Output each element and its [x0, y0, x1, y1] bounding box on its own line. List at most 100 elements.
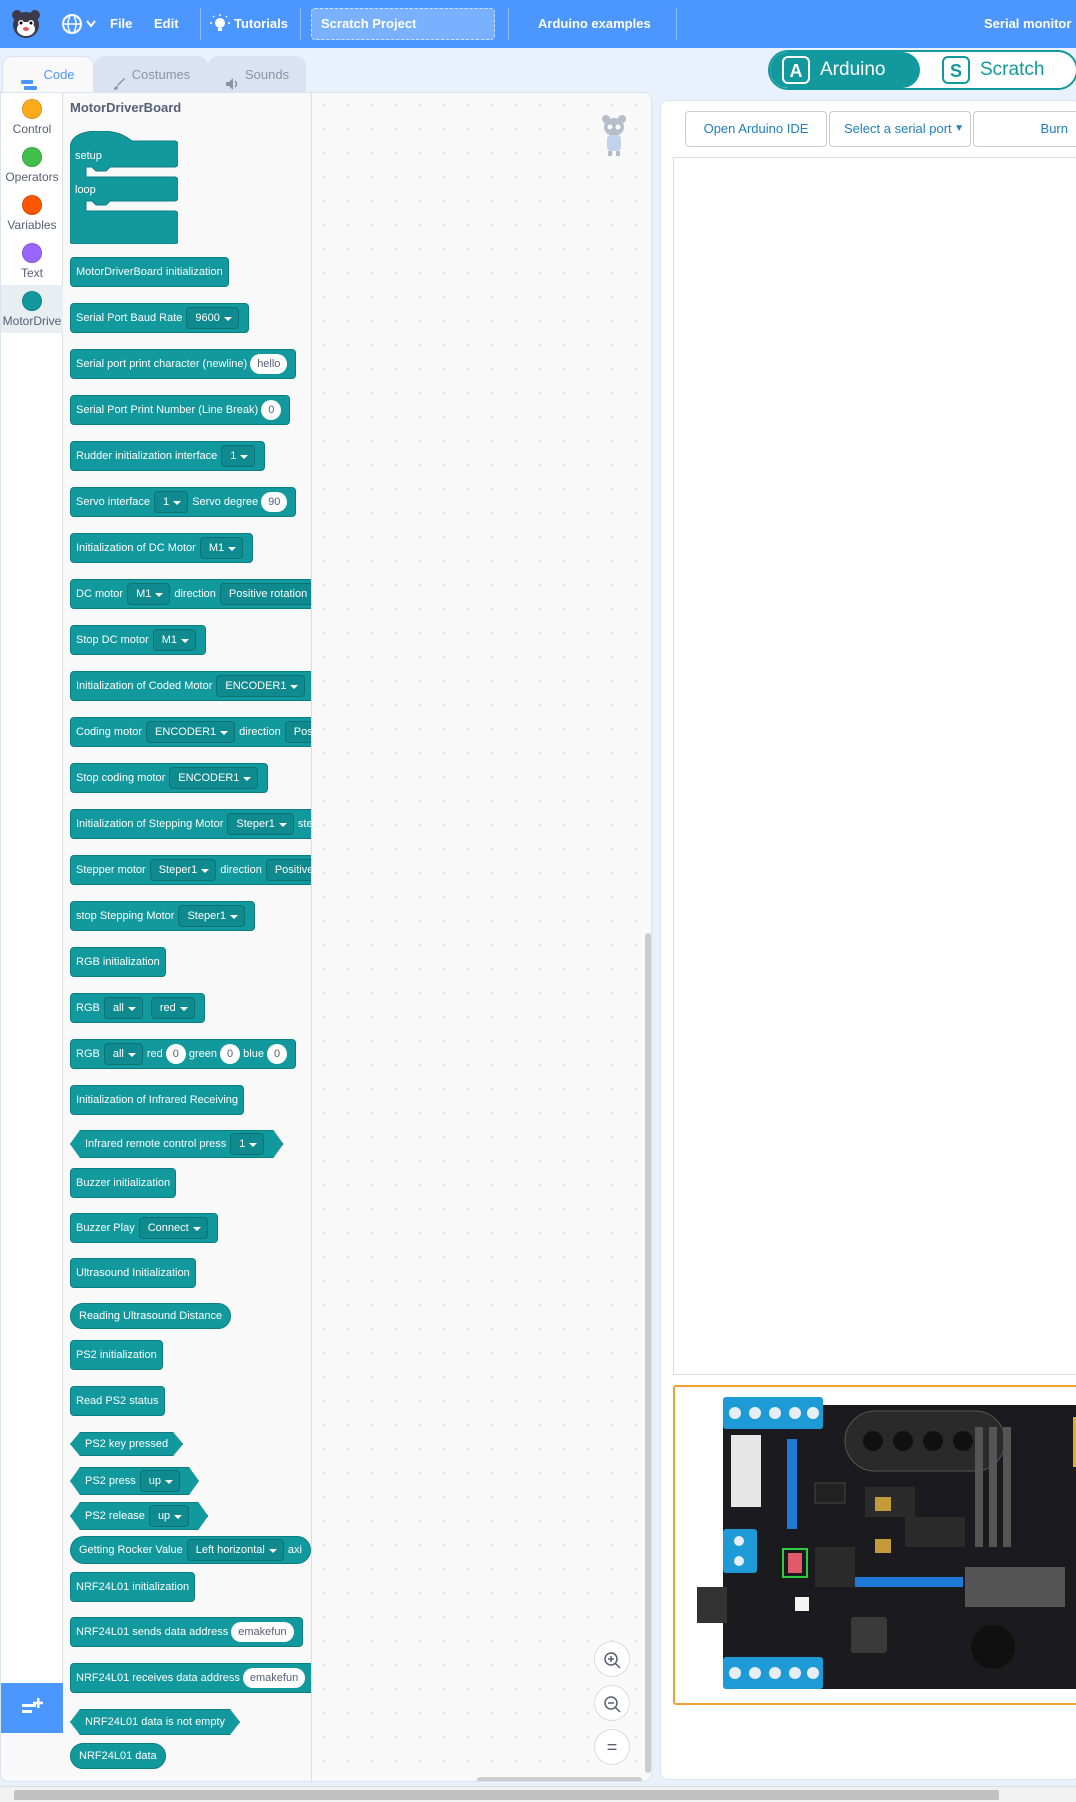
open-arduino-ide-button[interactable]: Open Arduino IDE: [685, 111, 827, 147]
ps2-release-block[interactable]: PS2 release up: [70, 1502, 208, 1530]
stepper-dropdown[interactable]: Steper1: [227, 813, 294, 836]
file-menu[interactable]: File: [110, 0, 132, 48]
rgb-init-block[interactable]: RGB initialization: [70, 947, 166, 977]
category-motordriverboard[interactable]: MotorDrive: [1, 285, 63, 333]
buzzer-init-block[interactable]: Buzzer initialization: [70, 1168, 177, 1198]
red-input[interactable]: 0: [165, 1044, 186, 1065]
workspace-v-scrollbar[interactable]: [645, 933, 651, 1773]
category-text[interactable]: Text: [1, 237, 63, 285]
add-extension-button[interactable]: [1, 1683, 63, 1733]
green-input[interactable]: 0: [220, 1044, 241, 1065]
buzzer-tune-dropdown[interactable]: Connect: [138, 1217, 208, 1240]
encoder-dropdown[interactable]: ENCODER1: [169, 767, 259, 790]
servo-block[interactable]: Servo interface 1 Servo degree 90: [70, 487, 297, 517]
stop-coding-motor-block[interactable]: Stop coding motor ENCODER1: [70, 763, 269, 793]
print-char-input[interactable]: hello: [250, 354, 288, 375]
zoom-reset-button[interactable]: =: [594, 1729, 630, 1765]
nrf-init-block[interactable]: NRF24L01 initialization: [70, 1572, 196, 1602]
rgb-color-dropdown[interactable]: red: [150, 997, 195, 1020]
project-title-input[interactable]: Scratch Project: [311, 8, 495, 40]
direction-dropdown[interactable]: Positive rotation: [219, 583, 311, 606]
code-editor[interactable]: [673, 157, 1076, 1375]
dc-motor-block[interactable]: DC motor M1 direction Positive rotation: [70, 579, 311, 609]
stop-stepping-motor-block[interactable]: stop Stepping Motor Steper1: [70, 901, 255, 931]
scratch-mode-button[interactable]: S Scratch: [930, 52, 1076, 88]
nrf-data-block[interactable]: NRF24L01 data: [70, 1743, 166, 1769]
serial-print-char-block[interactable]: Serial port print character (newline) hel…: [70, 349, 297, 379]
serial-monitor-button[interactable]: Serial monitor: [984, 0, 1071, 48]
rgb-color-block[interactable]: RGB all red: [70, 993, 205, 1023]
direction-dropdown[interactable]: Positive: [265, 859, 311, 882]
chevron-down-icon: [86, 20, 96, 28]
rocker-value-block[interactable]: Getting Rocker Value Left horizontal axi: [70, 1536, 311, 1564]
setup-loop-block[interactable]: setup loop: [70, 131, 178, 244]
infrared-init-block[interactable]: Initialization of Infrared Receiving: [70, 1085, 245, 1115]
ps2-button-dropdown[interactable]: up: [140, 1470, 180, 1492]
nrf-address-input[interactable]: emakefun: [231, 1622, 294, 1643]
encoder-dropdown[interactable]: ENCODER1: [146, 721, 236, 744]
encoder-dropdown[interactable]: ENCODER1: [216, 675, 306, 698]
print-number-input[interactable]: 0: [261, 400, 282, 421]
rudder-init-block[interactable]: Rudder initialization interface 1: [70, 441, 266, 471]
ps2-press-block[interactable]: PS2 press up: [70, 1467, 199, 1495]
coded-motor-init-block[interactable]: Initialization of Coded Motor ENCODER1: [70, 671, 311, 701]
ps2-button-dropdown[interactable]: up: [149, 1505, 189, 1527]
ultrasound-init-block[interactable]: Ultrasound Initialization: [70, 1258, 196, 1288]
page-h-scrollbar-thumb[interactable]: [14, 1790, 999, 1800]
stepper-dropdown[interactable]: Steper1: [149, 859, 217, 882]
ultrasound-distance-block[interactable]: Reading Ultrasound Distance: [70, 1303, 232, 1329]
category-control[interactable]: Control: [1, 93, 63, 141]
tab-costumes[interactable]: Costumes: [94, 56, 208, 92]
arduino-mode-button[interactable]: A Arduino: [770, 52, 920, 88]
burn-button[interactable]: Burn: [973, 111, 1076, 147]
stop-dc-motor-block[interactable]: Stop DC motor M1: [70, 625, 207, 655]
stepping-motor-init-block[interactable]: Initialization of Stepping Motor Steper1 s…: [70, 809, 311, 839]
stepper-dropdown[interactable]: Steper1: [178, 905, 245, 928]
direction-dropdown[interactable]: Pos: [284, 721, 311, 744]
motordriverboard-init-block[interactable]: MotorDriverBoard initialization: [70, 257, 229, 287]
dc-motor-dropdown[interactable]: M1: [199, 537, 244, 560]
tab-code[interactable]: Code: [2, 56, 94, 92]
script-workspace[interactable]: =: [312, 93, 651, 1781]
edit-menu[interactable]: Edit: [154, 0, 179, 48]
zoom-in-button[interactable]: [594, 1641, 630, 1677]
zoom-out-button[interactable]: [594, 1685, 630, 1721]
ir-key-dropdown[interactable]: 1: [230, 1133, 264, 1155]
blue-input[interactable]: 0: [266, 1044, 288, 1065]
rgb-led-dropdown[interactable]: all: [103, 997, 143, 1020]
serial-port-select[interactable]: Select a serial port ▼: [829, 111, 971, 147]
dc-motor-init-block[interactable]: Initialization of DC Motor M1: [70, 533, 254, 563]
page-h-scrollbar[interactable]: [0, 1786, 1076, 1802]
infrared-press-block[interactable]: Infrared remote control press 1: [70, 1130, 283, 1158]
category-operators[interactable]: Operators: [1, 141, 63, 189]
stepper-motor-block[interactable]: Stepper motor Steper1 direction Positive: [70, 855, 311, 885]
rgb-values-block[interactable]: RGB all red 0 green 0 blue 0: [70, 1039, 297, 1069]
rocker-axis-dropdown[interactable]: Left horizontal: [186, 1539, 284, 1562]
serial-print-number-block[interactable]: Serial Port Print Number (Line Break) 0: [70, 395, 291, 425]
rudder-interface-dropdown[interactable]: 1: [221, 445, 256, 468]
dc-motor-dropdown[interactable]: M1: [127, 583, 171, 606]
workspace-h-scrollbar[interactable]: [477, 1777, 642, 1781]
nrf-address-input[interactable]: emakefun: [242, 1668, 306, 1689]
brush-icon: [112, 69, 126, 90]
baud-dropdown[interactable]: 9600: [186, 307, 239, 330]
rgb-led-dropdown[interactable]: all: [103, 1043, 143, 1066]
category-variables[interactable]: Variables: [1, 189, 63, 237]
ps2-key-pressed-block[interactable]: PS2 key pressed: [70, 1432, 183, 1456]
nrf-not-empty-block[interactable]: NRF24L01 data is not empty: [70, 1709, 240, 1735]
ps2-status-block[interactable]: Read PS2 status: [70, 1386, 165, 1416]
dc-motor-dropdown[interactable]: M1: [152, 629, 197, 652]
arduino-examples-button[interactable]: Arduino examples: [538, 0, 651, 48]
servo-degree-input[interactable]: 90: [261, 492, 288, 513]
tab-sounds[interactable]: Sounds: [208, 56, 306, 92]
buzzer-play-block[interactable]: Buzzer Play Connect: [70, 1213, 218, 1243]
coding-motor-block[interactable]: Coding motor ENCODER1 direction Pos: [70, 717, 311, 747]
nrf-receive-block[interactable]: NRF24L01 receives data address emakefun: [70, 1663, 311, 1693]
language-menu[interactable]: [58, 0, 98, 48]
category-label: Control: [12, 122, 52, 136]
app-logo-icon[interactable]: [10, 8, 42, 40]
servo-interface-dropdown[interactable]: 1: [153, 491, 189, 514]
nrf-send-block[interactable]: NRF24L01 sends data address emakefun: [70, 1617, 303, 1647]
ps2-init-block[interactable]: PS2 initialization: [70, 1340, 163, 1370]
serial-baud-block[interactable]: Serial Port Baud Rate 9600: [70, 303, 249, 333]
